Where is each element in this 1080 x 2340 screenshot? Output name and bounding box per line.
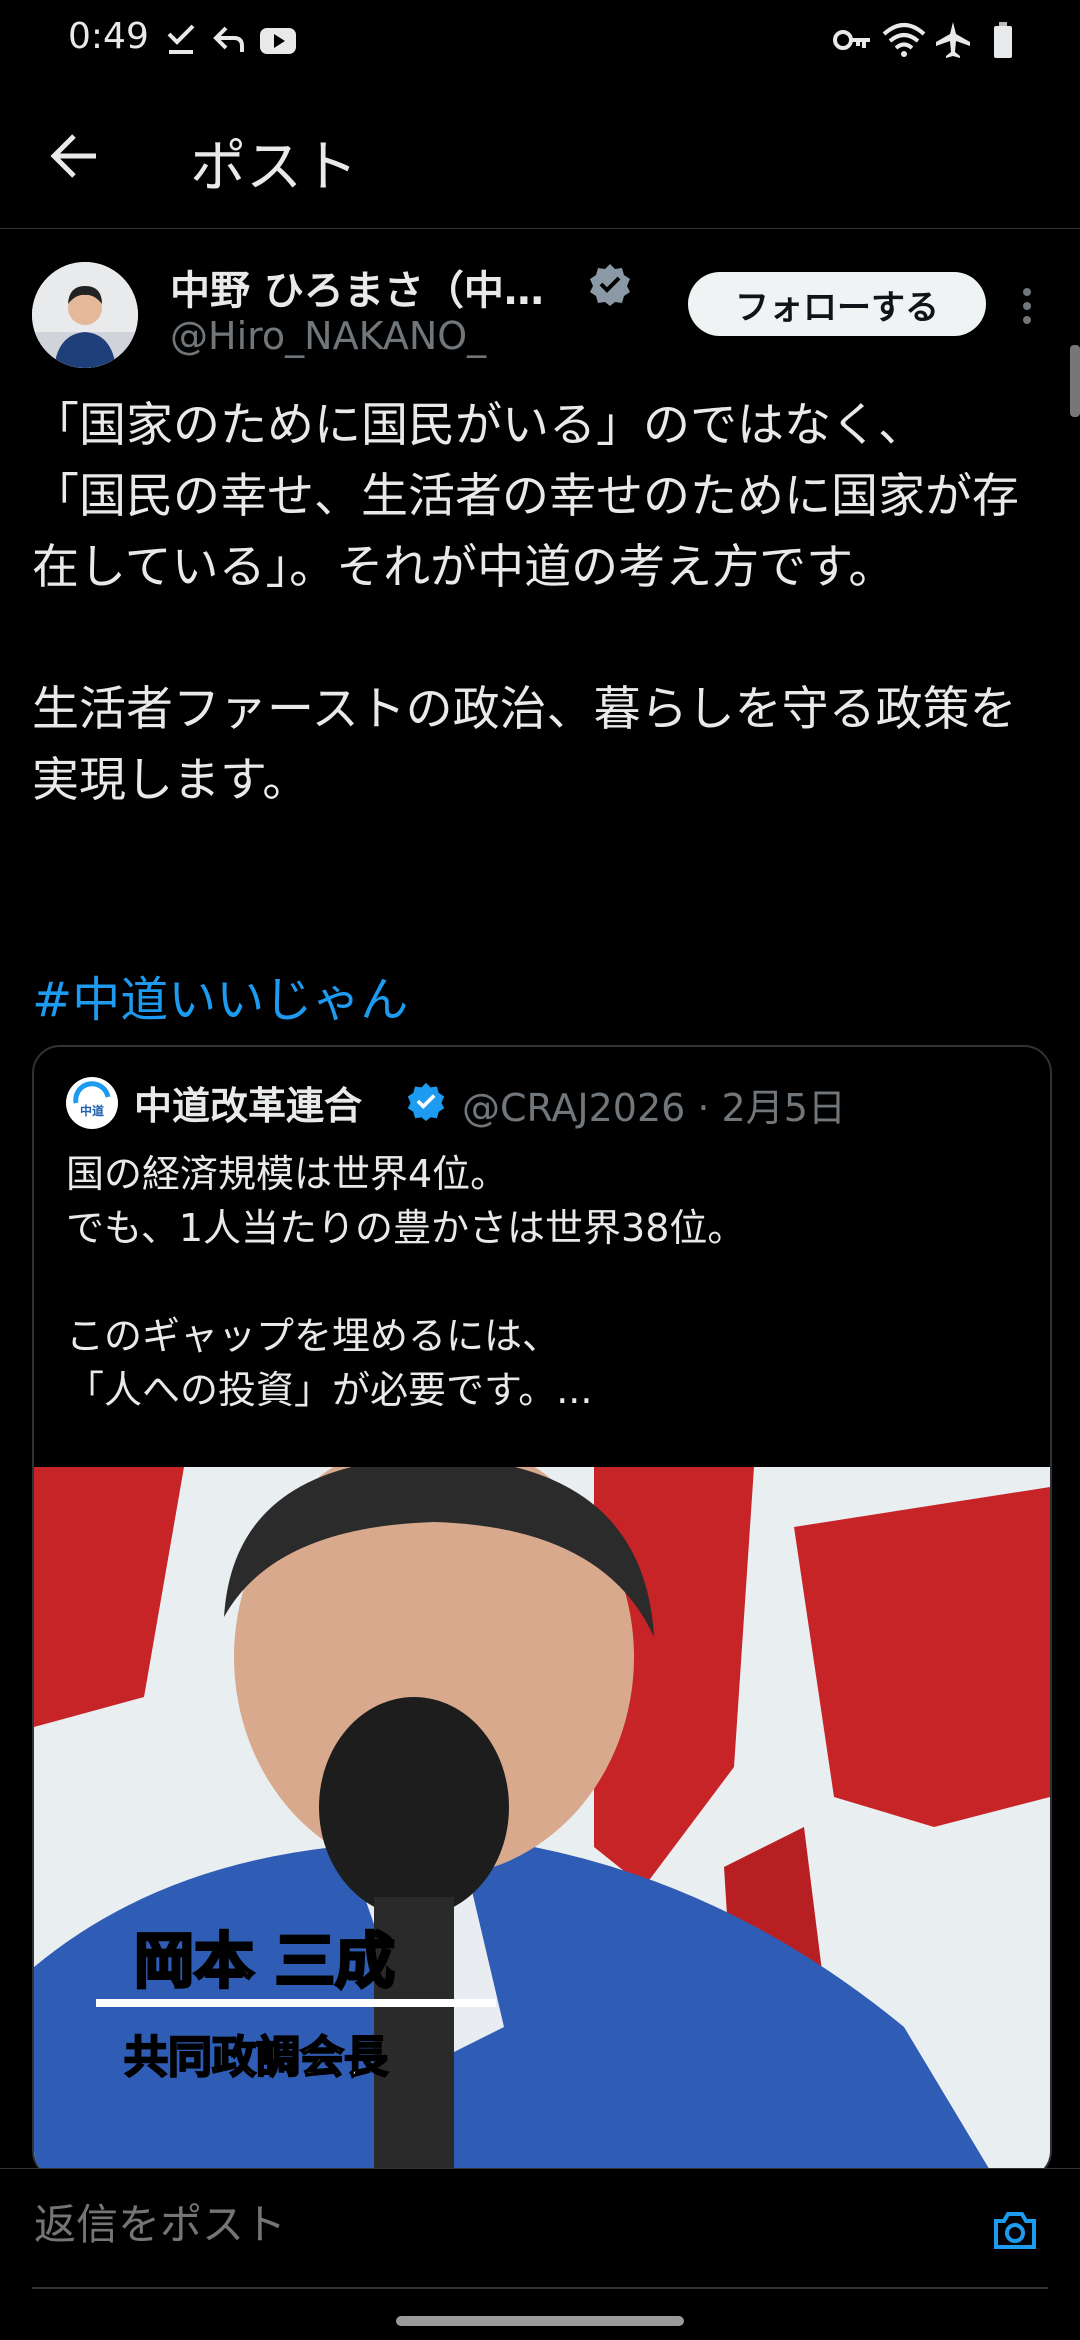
- top-app-bar: ポスト: [0, 84, 1080, 229]
- verified-badge-icon: [590, 264, 630, 306]
- airplane-icon: [936, 22, 970, 58]
- image-caption-name: 岡本 三成: [134, 1927, 395, 1997]
- scrollbar-thumb[interactable]: [1070, 345, 1080, 417]
- author-handle[interactable]: @Hiro_NAKANO_: [170, 314, 486, 358]
- wifi-icon: [882, 23, 926, 57]
- status-time: 0:49: [68, 16, 149, 57]
- check-icon: [167, 24, 195, 54]
- image-caption-title: 共同政調会長: [124, 2032, 389, 2083]
- quoted-handle-date: @CRAJ2026 · 2月5日: [462, 1086, 846, 1130]
- verified-badge-icon: [407, 1082, 445, 1121]
- reply-bar: [0, 2168, 1080, 2289]
- divider: [32, 2287, 1048, 2289]
- reply-input[interactable]: [32, 2199, 936, 2250]
- logo-lettering: 中道: [80, 1103, 104, 1118]
- page-title: ポスト: [190, 135, 358, 200]
- hashtag-link[interactable]: #中道いいじゃん: [32, 960, 408, 1030]
- quoted-author-name: 中道改革連合: [134, 1084, 363, 1128]
- quoted-post-text: 国の経済規模は世界4位。 でも、1人当たりの豊かさは世界38位。 このギャップを…: [66, 1152, 746, 1412]
- arrow-left-icon[interactable]: [48, 130, 100, 182]
- more-options-icon[interactable]: [1012, 284, 1042, 328]
- home-indicator[interactable]: [396, 2316, 684, 2326]
- status-bar: 0:49: [0, 0, 1080, 84]
- quoted-post-image[interactable]: 岡本 三成 共同政調会長: [34, 1467, 1050, 2177]
- reply-arrow-icon: [213, 26, 244, 52]
- post-body-text: 「国家のために国民がいる」のではなく、 「国民の幸せ、生活者の幸せのために国家が…: [32, 398, 1019, 808]
- quoted-author-avatar: 中道: [66, 1077, 118, 1129]
- follow-button[interactable]: フォローする: [688, 272, 986, 336]
- author-avatar[interactable]: [32, 262, 138, 368]
- key-icon: [833, 30, 870, 50]
- battery-icon: [994, 22, 1012, 58]
- author-name[interactable]: 中野 ひろまさ（中…: [170, 258, 544, 316]
- quoted-post-card[interactable]: 中道 中道改革連合 @CRAJ2026 · 2月5日 国の経済規模は世界4位。 …: [32, 1045, 1052, 2179]
- youtube-icon: [260, 28, 296, 54]
- camera-icon[interactable]: [990, 2205, 1040, 2255]
